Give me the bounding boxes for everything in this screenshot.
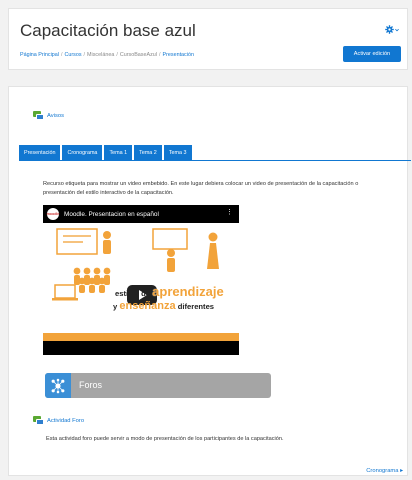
video-thumbnail: estilos de aprendizaje y enseñanza difer… <box>43 223 239 341</box>
forum-activity-label[interactable]: Actividad Foro <box>47 418 84 424</box>
forums-banner[interactable]: Foros <box>45 373 271 398</box>
video-orange-band <box>43 333 239 341</box>
video-title-bar: moodle Moodle. Presentacion en español ⋮ <box>43 205 239 223</box>
breadcrumb-separator: / <box>116 52 118 58</box>
breadcrumb: Página Principal / Cursos / Miscelánea / Curso… <box>20 52 194 58</box>
gear-icon[interactable] <box>385 25 394 34</box>
breadcrumb-section[interactable]: Presentación <box>162 52 193 58</box>
course-content: Avisos Presentación Cronograma Tema 1 Te… <box>8 86 411 476</box>
breadcrumb-home[interactable]: Página Principal <box>20 52 59 58</box>
caption-and-text: y <box>113 302 118 311</box>
tab-tema-3[interactable]: Tema 3 <box>163 145 192 161</box>
page-header: Capacitación base azul Página Principal /… <box>8 8 408 70</box>
next-section-link[interactable]: Cronograma ▸ <box>366 468 403 474</box>
tab-cronograma[interactable]: Cronograma <box>62 145 103 161</box>
caption-teaching-text: enseñanza <box>119 300 176 312</box>
course-actions-menu[interactable] <box>385 25 399 34</box>
forum-icon <box>33 111 44 120</box>
channel-logo[interactable]: moodle <box>47 208 59 220</box>
forum-activity-link[interactable]: Actividad Foro <box>33 416 84 425</box>
section-tabs: Presentación Cronograma Tema 1 Tema 2 Te… <box>19 145 411 161</box>
forums-banner-label[interactable]: Foros <box>79 380 102 390</box>
more-options-icon[interactable]: ⋮ <box>226 209 233 217</box>
news-forum-label[interactable]: Avisos <box>47 113 64 119</box>
breadcrumb-course[interactable]: CursoBaseAzul <box>120 52 157 58</box>
forum-icon <box>33 416 44 425</box>
tab-presentacion[interactable]: Presentación <box>19 145 61 161</box>
embedded-video[interactable]: moodle Moodle. Presentacion en español ⋮ <box>43 205 239 355</box>
caption-different-text: diferentes <box>177 302 215 311</box>
news-forum-link[interactable]: Avisos <box>33 111 64 120</box>
forums-network-icon <box>45 373 71 398</box>
chevron-down-icon <box>395 28 399 31</box>
thumbnail-illustration <box>43 223 239 333</box>
label-resource-text: Recurso etiqueta para mostrar un video e… <box>43 181 359 196</box>
breadcrumb-separator: / <box>60 52 63 58</box>
forum-activity-description: Esta actividad foro puede servir a modo … <box>46 436 284 442</box>
video-title[interactable]: Moodle. Presentacion en español <box>64 211 159 218</box>
breadcrumb-category: Miscelánea <box>87 52 115 58</box>
breadcrumb-separator: / <box>83 52 86 58</box>
caption-learning-text: aprendizaje <box>152 284 224 299</box>
page-title: Capacitación base azul <box>20 21 196 40</box>
caption-styles-text: estilos de <box>115 289 151 298</box>
breadcrumb-separator: / <box>158 52 161 58</box>
tab-tema-2[interactable]: Tema 2 <box>134 145 162 161</box>
turn-editing-on-button[interactable]: Activar edición <box>343 46 401 62</box>
breadcrumb-courses[interactable]: Cursos <box>64 52 81 58</box>
video-caption: estilos de aprendizaje y enseñanza difer… <box>113 284 239 313</box>
tab-tema-1[interactable]: Tema 1 <box>104 145 133 161</box>
